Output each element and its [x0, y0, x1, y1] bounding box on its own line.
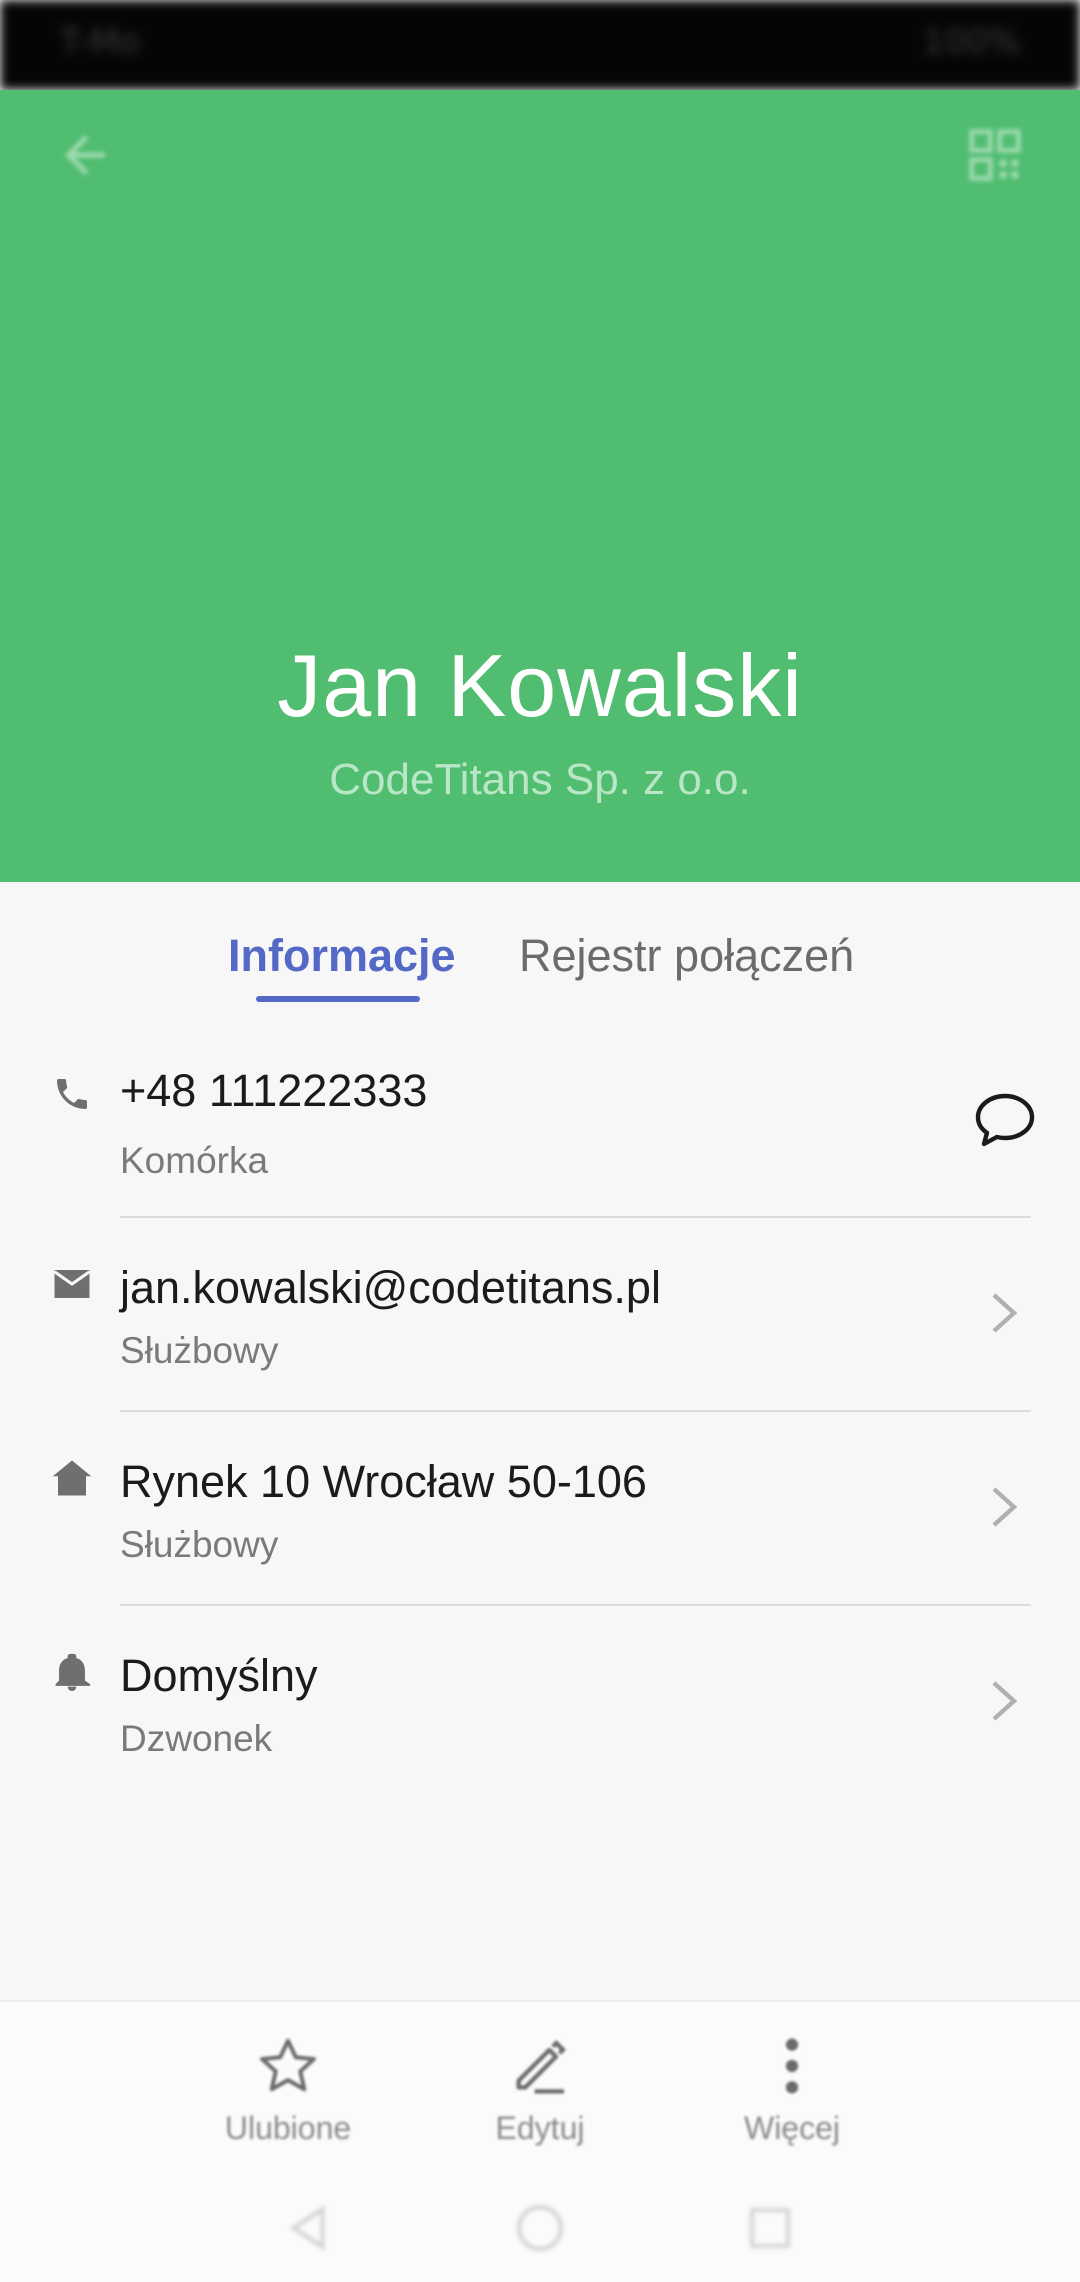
more-vertical-icon — [785, 2038, 799, 2094]
star-icon — [260, 2038, 316, 2092]
email-open-button[interactable] — [970, 1278, 1040, 1348]
status-bar: T-Mo 100% — [0, 0, 1080, 90]
ringtone-row[interactable]: Domyślny Dzwonek — [0, 1618, 1080, 1798]
address-row[interactable]: Rynek 10 Wrocław 50-106 Służbowy — [0, 1424, 1080, 1604]
edit-label: Edytuj — [495, 2110, 585, 2146]
phone-number: +48 111222333 — [120, 1065, 428, 1116]
qr-code-button[interactable] — [950, 110, 1040, 200]
more-label: Więcej — [743, 2110, 840, 2146]
ringtone-open-button[interactable] — [970, 1666, 1040, 1736]
circle-home-icon — [517, 2205, 563, 2251]
tab-bar: Informacje Rejestr połączeń — [0, 882, 1080, 1002]
divider — [120, 1604, 1031, 1606]
chevron-right-icon — [992, 1487, 1018, 1527]
message-icon — [975, 1093, 1035, 1147]
system-nav-bar — [0, 2170, 1080, 2280]
send-message-button[interactable] — [970, 1085, 1040, 1155]
ringtone-label: Dzwonek — [120, 1718, 273, 1759]
tab-informacje[interactable]: Informacje — [228, 930, 456, 982]
address-open-button[interactable] — [970, 1472, 1040, 1542]
email-row[interactable]: jan.kowalski@codetitans.pl Służbowy — [0, 1230, 1080, 1410]
address-type: Służbowy — [120, 1524, 279, 1565]
nav-back-button[interactable] — [270, 2188, 350, 2268]
edit-icon — [516, 2040, 566, 2094]
address-text: Rynek 10 Wrocław 50-106 — [120, 1456, 647, 1507]
triangle-back-icon — [289, 2205, 325, 2251]
arrow-left-icon — [65, 135, 105, 175]
contact-header: Jan Kowalski CodeTitans Sp. z o.o. — [0, 90, 1080, 882]
favorite-label: Ulubione — [224, 2110, 352, 2146]
contact-name: Jan Kowalski — [277, 636, 803, 735]
phone-type: Komórka — [120, 1140, 269, 1181]
battery-level: 100% — [922, 22, 1020, 62]
contact-company: CodeTitans Sp. z o.o. — [329, 755, 751, 804]
tab-call-log[interactable]: Rejestr połączeń — [519, 930, 854, 982]
active-tab-indicator — [256, 996, 420, 1002]
nav-home-button[interactable] — [500, 2188, 580, 2268]
edit-button[interactable]: Edytuj — [440, 2026, 640, 2147]
more-button[interactable]: Więcej — [692, 2026, 892, 2147]
divider — [120, 1216, 1031, 1218]
chevron-right-icon — [992, 1293, 1018, 1333]
ringtone-value: Domyślny — [120, 1650, 318, 1701]
square-recents-icon — [750, 2208, 790, 2248]
qr-code-icon — [969, 129, 1021, 181]
divider — [120, 1410, 1031, 1412]
email-type: Służbowy — [120, 1330, 279, 1371]
home-icon — [48, 1454, 96, 1502]
back-button[interactable] — [40, 110, 130, 200]
email-address: jan.kowalski@codetitans.pl — [120, 1262, 661, 1313]
nav-recents-button[interactable] — [730, 2188, 810, 2268]
favorite-button[interactable]: Ulubione — [188, 2026, 388, 2147]
status-bar-left: T-Mo — [60, 22, 141, 62]
mail-icon — [48, 1260, 96, 1308]
phone-icon — [48, 1070, 96, 1118]
chevron-right-icon — [992, 1681, 1018, 1721]
bell-icon — [48, 1648, 96, 1696]
phone-row[interactable]: +48 111222333 Komórka — [0, 1040, 1080, 1220]
